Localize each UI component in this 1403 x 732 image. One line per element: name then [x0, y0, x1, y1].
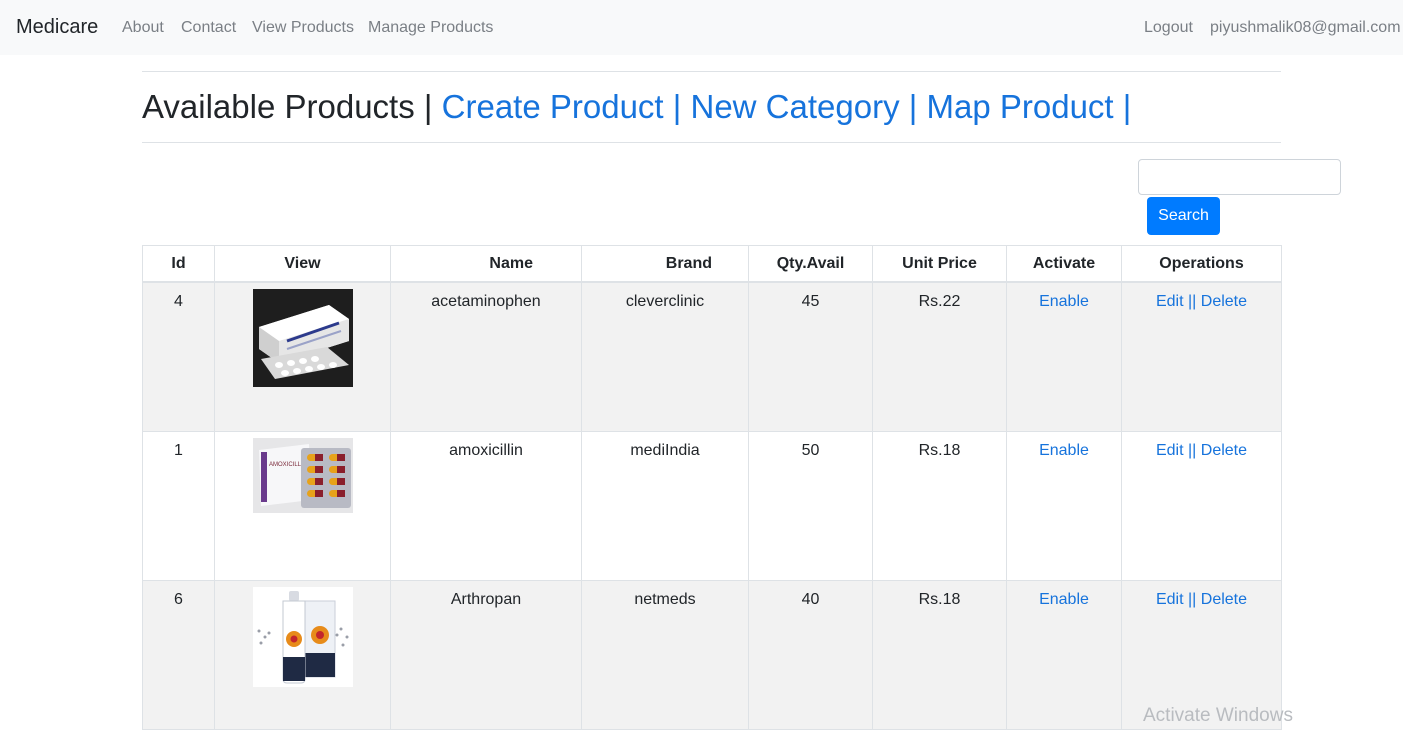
enable-link[interactable]: Enable: [1039, 293, 1089, 310]
operations-separator: ||: [1188, 293, 1197, 310]
cell-view: [214, 281, 391, 432]
edit-link[interactable]: Edit: [1156, 442, 1184, 459]
cell-name: amoxicillin: [390, 430, 582, 581]
header-name: Name: [390, 245, 582, 283]
enable-link[interactable]: Enable: [1039, 442, 1089, 459]
new-category-link[interactable]: New Category |: [691, 88, 918, 125]
activate-windows-watermark: Activate Windows: [1143, 705, 1293, 726]
header-unit-price: Unit Price: [872, 245, 1007, 283]
nav-about[interactable]: About: [122, 19, 164, 37]
cell-operations: Edit || Delete: [1121, 281, 1282, 432]
cell-name: Arthropan: [390, 579, 582, 730]
map-product-link[interactable]: Map Product |: [927, 88, 1132, 125]
cell-qty: 40: [748, 579, 873, 730]
title-divider: [142, 142, 1281, 143]
header-brand: Brand: [581, 245, 749, 283]
available-products-heading: Available Products |: [142, 88, 433, 125]
table-row: 1 AMOXICILLIN amoxicillin mediIndia 50 R…: [142, 430, 1282, 581]
header-id: Id: [142, 245, 215, 283]
products-table: Id View Name Brand Qty.Avail Unit Price …: [142, 245, 1282, 730]
nav-contact[interactable]: Contact: [181, 19, 236, 37]
cell-id: 6: [142, 579, 215, 730]
nav-user-email[interactable]: piyushmalik08@gmail.com: [1210, 19, 1401, 37]
search-input[interactable]: [1138, 159, 1341, 195]
cell-id: 4: [142, 281, 215, 432]
cell-id: 1: [142, 430, 215, 581]
cell-view: [214, 579, 391, 730]
cell-brand: netmeds: [581, 579, 749, 730]
delete-link[interactable]: Delete: [1201, 442, 1247, 459]
cell-activate: Enable: [1006, 579, 1122, 730]
arthropan-product-image[interactable]: [252, 586, 353, 687]
cell-unit-price: Rs.18: [872, 430, 1007, 581]
brand-logo[interactable]: Medicare: [16, 16, 98, 39]
delete-link[interactable]: Delete: [1201, 591, 1247, 608]
cell-unit-price: Rs.18: [872, 579, 1007, 730]
top-divider: [142, 71, 1281, 72]
table-row: 6 Arthropan netmeds 40 Rs.18 Enable Edit…: [142, 579, 1282, 730]
operations-separator: ||: [1188, 441, 1197, 459]
cell-activate: Enable: [1006, 430, 1122, 581]
top-navbar: Medicare About Contact View Products Man…: [0, 0, 1403, 55]
cell-qty: 45: [748, 281, 873, 432]
acetaminophen-product-image[interactable]: [252, 289, 353, 387]
header-activate: Activate: [1006, 245, 1122, 283]
operations-separator: ||: [1188, 590, 1197, 608]
cell-activate: Enable: [1006, 281, 1122, 432]
table-header-row: Id View Name Brand Qty.Avail Unit Price …: [142, 245, 1282, 283]
page-title: Available Products | Create Product | Ne…: [142, 88, 1131, 126]
header-view: View: [214, 245, 391, 283]
cell-brand: cleverclinic: [581, 281, 749, 432]
amoxicillin-product-image[interactable]: AMOXICILLIN: [252, 437, 353, 513]
edit-link[interactable]: Edit: [1156, 293, 1184, 310]
nav-manage-products[interactable]: Manage Products: [368, 19, 493, 37]
cell-operations: Edit || Delete: [1121, 430, 1282, 581]
enable-link[interactable]: Enable: [1039, 591, 1089, 608]
create-product-link[interactable]: Create Product |: [442, 88, 682, 125]
delete-link[interactable]: Delete: [1201, 293, 1247, 310]
cell-view: AMOXICILLIN: [214, 430, 391, 581]
search-button[interactable]: Search: [1147, 197, 1220, 235]
cell-brand: mediIndia: [581, 430, 749, 581]
header-operations: Operations: [1121, 245, 1282, 283]
cell-qty: 50: [748, 430, 873, 581]
table-row: 4 acetaminophen cleverclinic 45 Rs.22 En…: [142, 281, 1282, 432]
cell-unit-price: Rs.22: [872, 281, 1007, 432]
nav-logout[interactable]: Logout: [1144, 19, 1193, 37]
edit-link[interactable]: Edit: [1156, 591, 1184, 608]
nav-view-products[interactable]: View Products: [252, 19, 354, 37]
header-qty: Qty.Avail: [748, 245, 873, 283]
cell-name: acetaminophen: [390, 281, 582, 432]
